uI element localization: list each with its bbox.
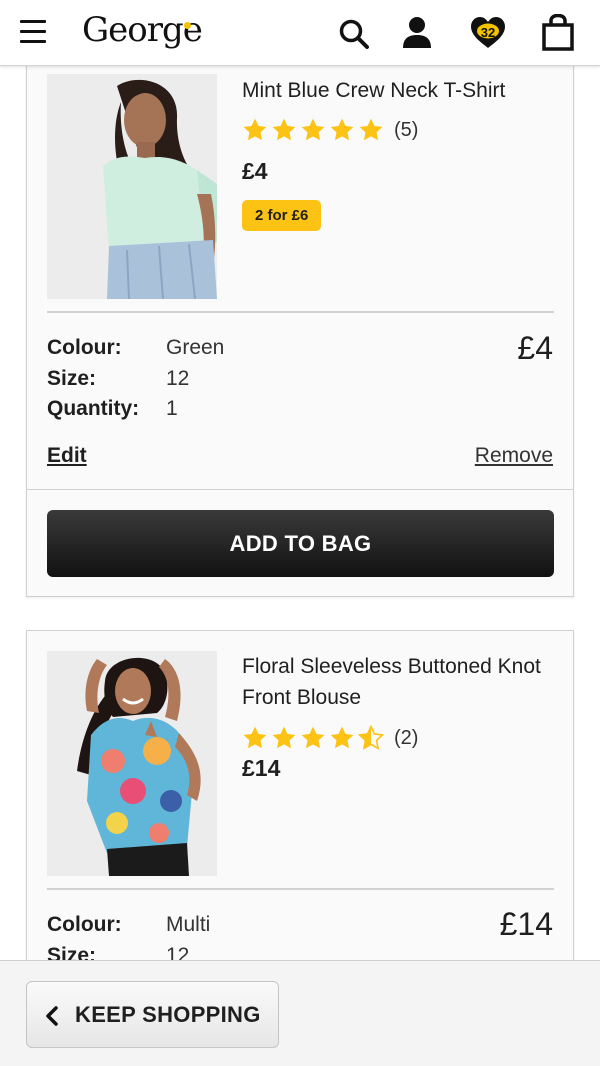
edit-link[interactable]: Edit: [47, 444, 87, 468]
keep-shopping-button[interactable]: KEEP SHOPPING: [26, 981, 279, 1048]
star-icon: [301, 118, 325, 141]
favourites-count: 32: [480, 25, 496, 40]
product-name[interactable]: Mint Blue Crew Neck T-Shirt: [242, 75, 562, 106]
site-header: George 32: [0, 0, 600, 66]
review-count: (5): [394, 118, 419, 141]
review-count: (2): [394, 726, 419, 749]
product-price: £4: [242, 158, 268, 184]
remove-link[interactable]: Remove: [475, 444, 553, 468]
search-icon[interactable]: [336, 14, 372, 52]
product-image[interactable]: [47, 74, 217, 299]
bag-item-card: Mint Blue Crew Neck T-Shirt (5) £4 2 for…: [26, 40, 574, 597]
logo-dot: [184, 22, 191, 29]
star-icon: [272, 726, 296, 749]
size-value: 12: [166, 366, 190, 390]
size-label: Size:: [47, 366, 97, 390]
menu-icon[interactable]: [20, 20, 46, 44]
star-rating: (2): [242, 723, 418, 753]
star-icon: [243, 726, 267, 749]
promo-badge[interactable]: 2 for £6: [242, 200, 322, 231]
colour-value: Multi: [166, 913, 211, 936]
star-icon: [330, 726, 354, 749]
divider: [27, 489, 573, 490]
divider: [47, 311, 554, 313]
add-to-bag-button[interactable]: ADD TO BAG: [47, 510, 554, 577]
star-rating: (5): [242, 115, 418, 145]
product-price: £14: [242, 755, 281, 781]
keep-shopping-label: KEEP SHOPPING: [75, 1002, 261, 1027]
line-total-price: £4: [517, 330, 553, 366]
quantity-value: 1: [166, 397, 178, 420]
favourites-heart-icon[interactable]: 32: [469, 14, 507, 52]
colour-label: Colour:: [47, 336, 122, 359]
star-icon: [272, 118, 296, 141]
product-image[interactable]: [47, 651, 217, 876]
sticky-footer: KEEP SHOPPING: [0, 960, 600, 1066]
bag-icon[interactable]: [540, 13, 576, 52]
star-icon: [243, 118, 267, 141]
chevron-left-icon: [46, 1006, 58, 1026]
colour-value: Green: [166, 336, 225, 359]
quantity-label: Quantity:: [47, 397, 140, 420]
line-total-price: £14: [499, 906, 553, 942]
george-logo[interactable]: George: [82, 10, 203, 50]
star-icon: [330, 118, 354, 141]
product-name[interactable]: Floral Sleeveless Buttoned Knot Front Bl…: [242, 651, 562, 713]
divider: [47, 888, 554, 890]
star-icon: [301, 726, 325, 749]
item-attributes: Colour: Green Size: 12 Quantity: 1: [47, 333, 224, 425]
star-icon: [359, 118, 383, 141]
account-icon[interactable]: [399, 14, 435, 52]
half-star-icon: [358, 725, 384, 750]
colour-label: Colour:: [47, 913, 122, 936]
